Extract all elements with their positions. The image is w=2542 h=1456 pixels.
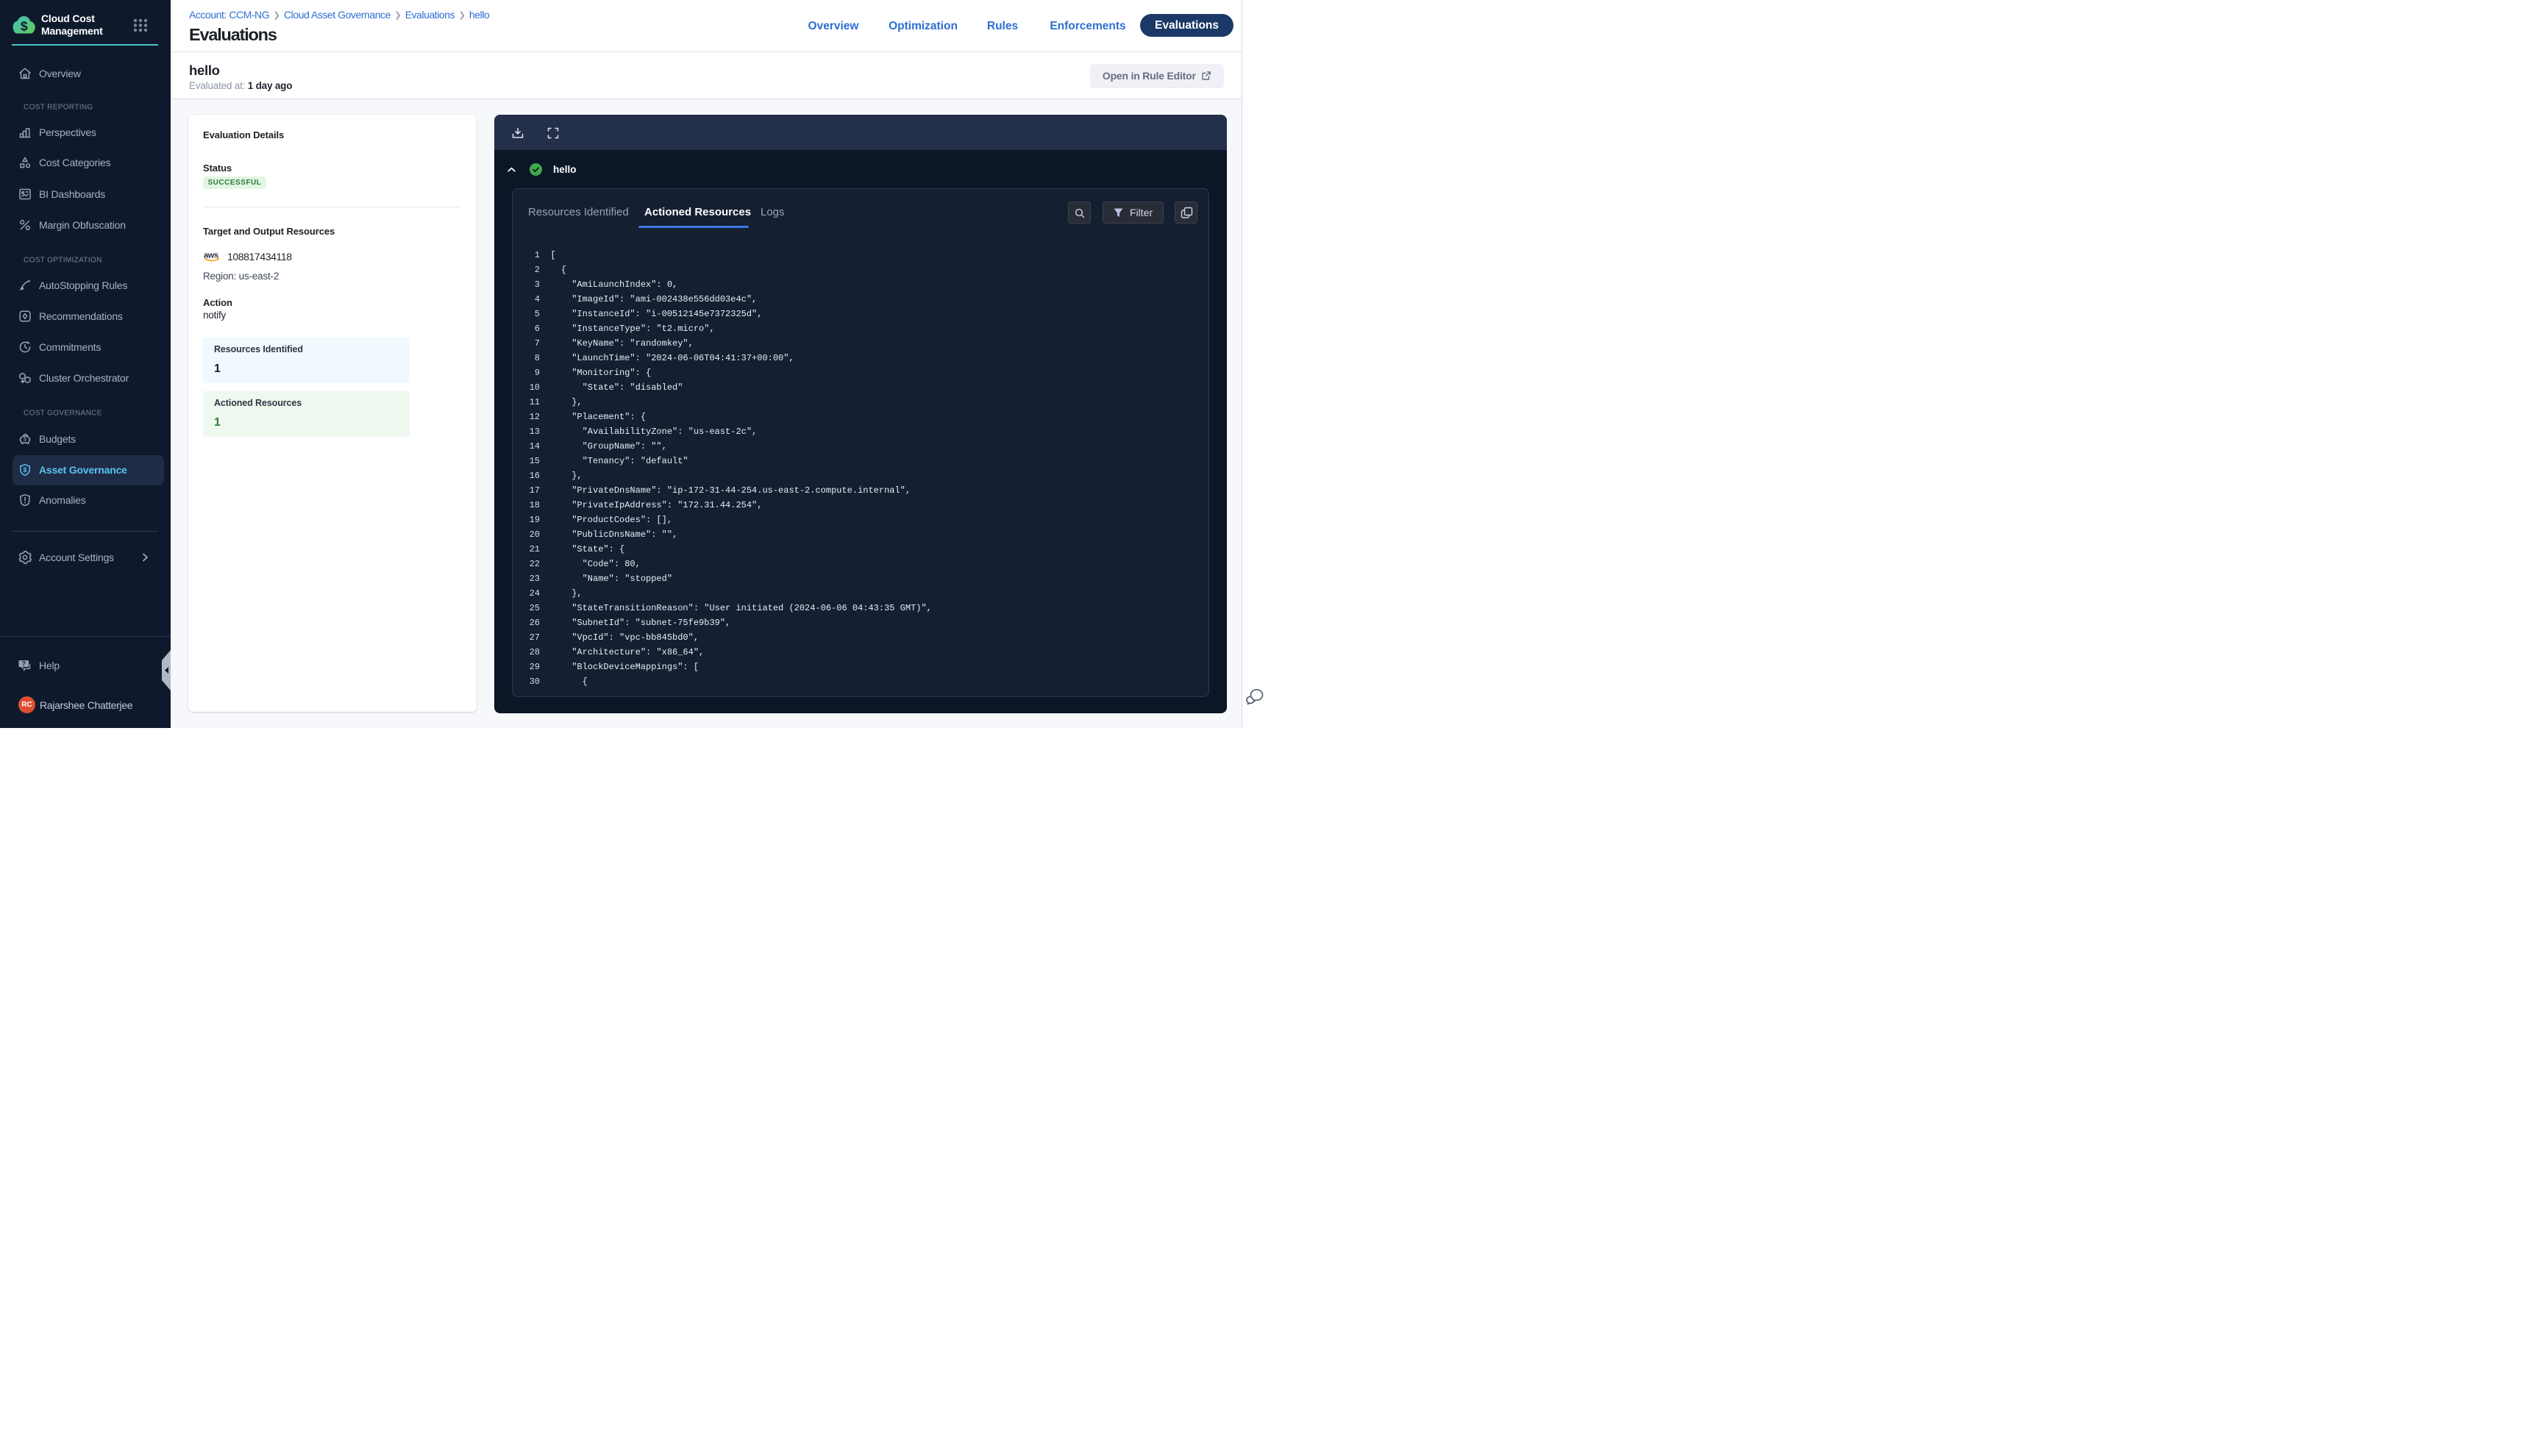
svg-text:$: $ (23, 466, 26, 474)
svg-text:aws: aws (204, 251, 218, 260)
svg-text:$: $ (21, 19, 28, 34)
svg-text:$: $ (24, 436, 27, 443)
svg-text:?: ? (21, 660, 26, 668)
